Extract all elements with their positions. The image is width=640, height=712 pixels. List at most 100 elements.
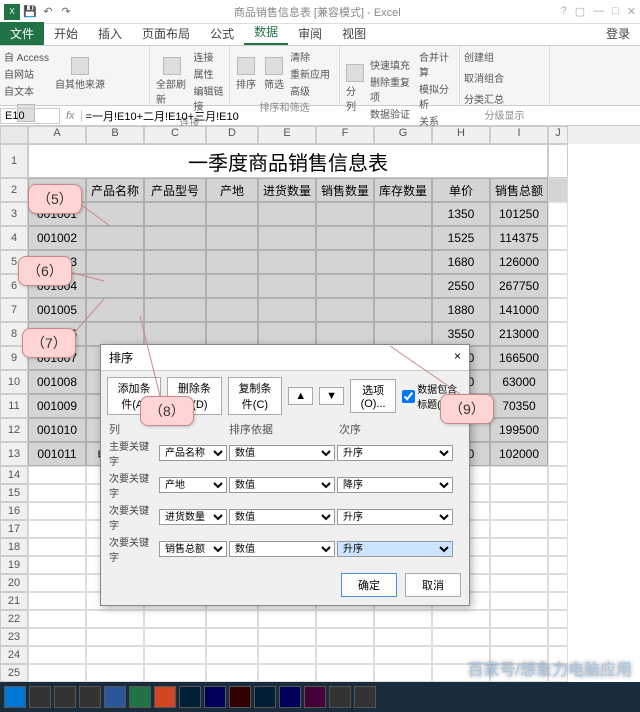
- refresh-all-button[interactable]: 全部刷新: [154, 56, 190, 107]
- cell[interactable]: [258, 610, 316, 628]
- cell[interactable]: [28, 592, 86, 610]
- cell[interactable]: 63000: [490, 370, 548, 394]
- group-button[interactable]: 创建组: [464, 48, 494, 65]
- cell[interactable]: [490, 466, 548, 484]
- taskview-icon[interactable]: [29, 686, 51, 708]
- id-icon[interactable]: [304, 686, 326, 708]
- cell[interactable]: [432, 628, 490, 646]
- cell[interactable]: [206, 250, 258, 274]
- cell[interactable]: [548, 628, 568, 646]
- filter-button[interactable]: 筛选: [262, 56, 286, 92]
- subtotal-button[interactable]: 分类汇总: [464, 90, 504, 107]
- row-header[interactable]: 7: [0, 298, 28, 322]
- cell[interactable]: [490, 592, 548, 610]
- sort-order-select[interactable]: 降序: [337, 477, 453, 493]
- au-icon[interactable]: [254, 686, 276, 708]
- cell[interactable]: [258, 664, 316, 682]
- cell[interactable]: [206, 610, 258, 628]
- row-header[interactable]: 4: [0, 226, 28, 250]
- tab-file[interactable]: 文件: [0, 22, 44, 45]
- cell[interactable]: [28, 466, 86, 484]
- col-header[interactable]: G: [374, 126, 432, 144]
- powerpoint-icon[interactable]: [154, 686, 176, 708]
- clear-button[interactable]: 清除: [290, 48, 330, 65]
- cell[interactable]: [258, 628, 316, 646]
- cell[interactable]: [374, 610, 432, 628]
- col-header[interactable]: B: [86, 126, 144, 144]
- cell[interactable]: [258, 322, 316, 346]
- row-header[interactable]: 1: [0, 144, 28, 178]
- sort-column-select[interactable]: 销售总额: [159, 541, 227, 557]
- cell[interactable]: 199500: [490, 418, 548, 442]
- cell[interactable]: [374, 298, 432, 322]
- cell[interactable]: [144, 646, 206, 664]
- row-header[interactable]: 10: [0, 370, 28, 394]
- cell[interactable]: [28, 628, 86, 646]
- row-header[interactable]: 11: [0, 394, 28, 418]
- cell[interactable]: [144, 664, 206, 682]
- cell[interactable]: [28, 502, 86, 520]
- app-icon[interactable]: [354, 686, 376, 708]
- cell[interactable]: [258, 298, 316, 322]
- sort-order-select[interactable]: 升序: [337, 509, 453, 525]
- cell[interactable]: [316, 646, 374, 664]
- row-header[interactable]: 25: [0, 664, 28, 682]
- undo-icon[interactable]: ↶: [40, 4, 56, 20]
- cell[interactable]: [86, 664, 144, 682]
- word-icon[interactable]: [104, 686, 126, 708]
- move-down-button[interactable]: ▼: [319, 387, 344, 405]
- cell[interactable]: [86, 322, 144, 346]
- row-header[interactable]: 24: [0, 646, 28, 664]
- row-header[interactable]: 21: [0, 592, 28, 610]
- move-up-button[interactable]: ▲: [288, 387, 313, 405]
- ps-icon[interactable]: [179, 686, 201, 708]
- sort-order-select[interactable]: 升序: [337, 445, 453, 461]
- table-header[interactable]: 销售总额: [490, 178, 548, 202]
- cell[interactable]: [206, 202, 258, 226]
- cell[interactable]: [316, 664, 374, 682]
- cell[interactable]: 101250: [490, 202, 548, 226]
- cell[interactable]: [316, 610, 374, 628]
- cell[interactable]: 267750: [490, 274, 548, 298]
- cell[interactable]: [548, 520, 568, 538]
- row-header[interactable]: 15: [0, 484, 28, 502]
- cell[interactable]: 70350: [490, 394, 548, 418]
- cell[interactable]: [258, 250, 316, 274]
- sort-order-select[interactable]: 升序: [337, 541, 453, 557]
- from-other-button[interactable]: 自其他来源: [53, 56, 107, 92]
- cell[interactable]: [374, 664, 432, 682]
- cell[interactable]: [490, 610, 548, 628]
- table-header[interactable]: 产地: [206, 178, 258, 202]
- row-header[interactable]: 17: [0, 520, 28, 538]
- reapply-button[interactable]: 重新应用: [290, 65, 330, 82]
- cell[interactable]: [490, 574, 548, 592]
- row-header[interactable]: 22: [0, 610, 28, 628]
- redo-icon[interactable]: ↷: [58, 4, 74, 20]
- formula-input[interactable]: =一月!E10+二月!E10+三月!E10: [82, 107, 640, 125]
- cell[interactable]: [316, 628, 374, 646]
- cell[interactable]: 3550: [432, 322, 490, 346]
- cell[interactable]: [548, 502, 568, 520]
- cell[interactable]: 141000: [490, 298, 548, 322]
- cell[interactable]: [86, 274, 144, 298]
- sort-column-select[interactable]: 产品名称: [159, 445, 227, 461]
- explorer-icon[interactable]: [79, 686, 101, 708]
- cell[interactable]: [548, 592, 568, 610]
- app-icon[interactable]: [329, 686, 351, 708]
- cell[interactable]: [374, 646, 432, 664]
- ai-icon[interactable]: [229, 686, 251, 708]
- cell[interactable]: 1350: [432, 202, 490, 226]
- cell[interactable]: [490, 484, 548, 502]
- cell[interactable]: [28, 574, 86, 592]
- tab-review[interactable]: 审阅: [288, 22, 332, 45]
- cell[interactable]: [258, 202, 316, 226]
- from-text-button[interactable]: 自文本: [4, 82, 49, 99]
- cell[interactable]: [28, 610, 86, 628]
- col-header[interactable]: H: [432, 126, 490, 144]
- cell[interactable]: [258, 274, 316, 298]
- tab-home[interactable]: 开始: [44, 22, 88, 45]
- cell[interactable]: 001005: [28, 298, 86, 322]
- name-box[interactable]: E10: [0, 108, 60, 124]
- pr-icon[interactable]: [204, 686, 226, 708]
- cell[interactable]: [258, 646, 316, 664]
